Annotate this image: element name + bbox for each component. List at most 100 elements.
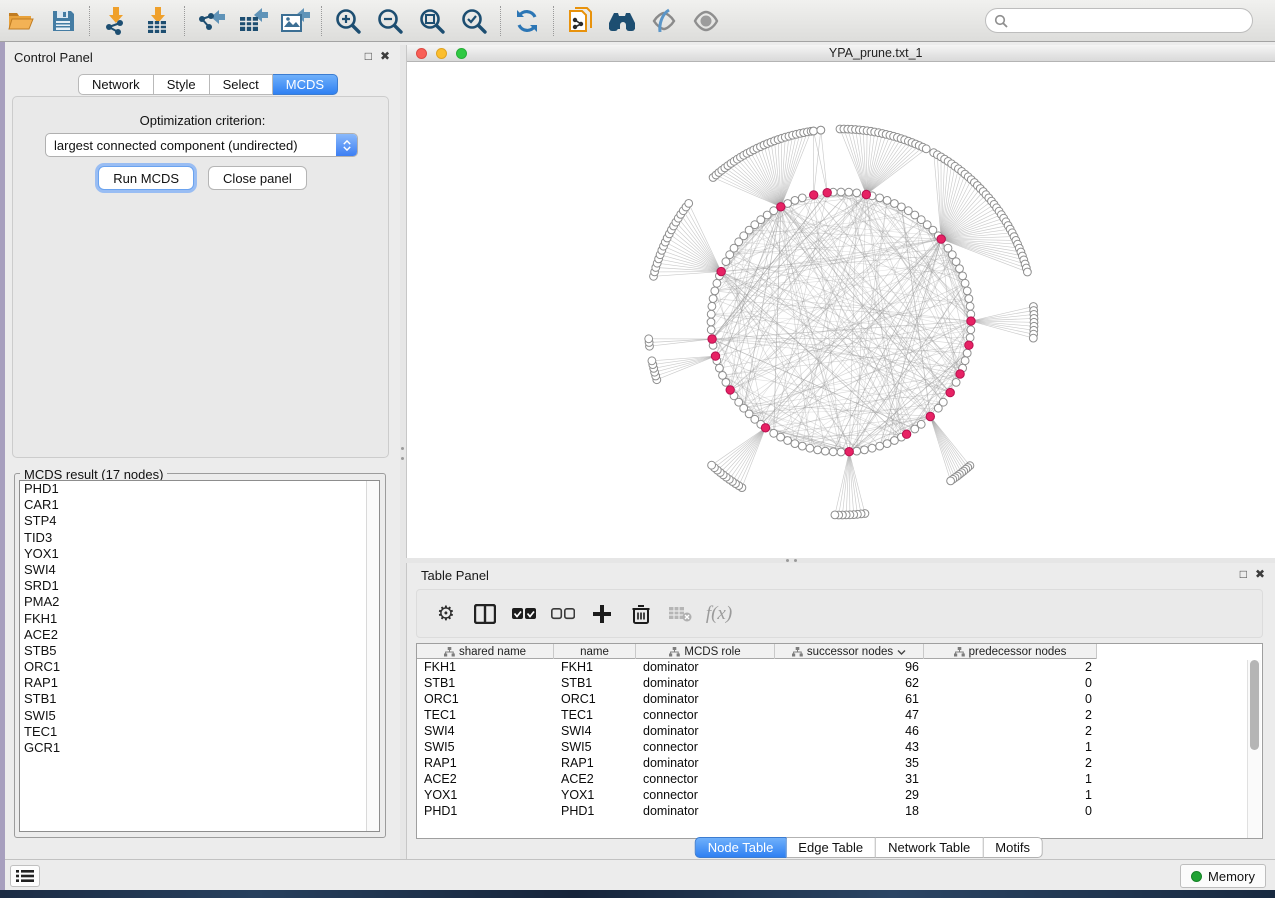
open-file-icon[interactable] — [6, 6, 36, 36]
search-input[interactable] — [1013, 13, 1252, 28]
result-item[interactable]: FKH1 — [20, 611, 379, 627]
result-item[interactable]: ACE2 — [20, 627, 379, 643]
table-row[interactable]: SWI4SWI4dominator462 — [417, 723, 1262, 739]
column-header-predecessor-nodes[interactable]: predecessor nodes — [924, 644, 1097, 659]
apply-layout-icon[interactable] — [512, 6, 542, 36]
result-item[interactable]: YOX1 — [20, 546, 379, 562]
tab-network-table[interactable]: Network Table — [876, 837, 983, 858]
clone-network-icon[interactable] — [565, 6, 595, 36]
add-column-icon[interactable] — [585, 598, 619, 630]
zoom-selected-icon[interactable] — [459, 6, 489, 36]
zoom-fit-icon[interactable] — [417, 6, 447, 36]
close-window-icon[interactable] — [416, 48, 427, 59]
export-network-icon[interactable] — [196, 6, 226, 36]
save-session-icon[interactable] — [48, 6, 78, 36]
result-item[interactable]: ORC1 — [20, 659, 379, 675]
node-table[interactable]: shared namenameMCDS rolesuccessor nodesp… — [416, 643, 1263, 839]
table-row[interactable]: RAP1RAP1dominator352 — [417, 755, 1262, 771]
show-graphics-details-icon[interactable] — [691, 6, 721, 36]
cell-name: SWI4 — [554, 724, 636, 738]
result-item[interactable]: TEC1 — [20, 724, 379, 740]
task-history-button[interactable] — [10, 865, 40, 887]
memory-button[interactable]: Memory — [1180, 864, 1266, 888]
tab-motifs[interactable]: Motifs — [983, 837, 1043, 858]
column-header-name[interactable]: name — [554, 644, 636, 659]
zoom-in-icon[interactable] — [333, 6, 363, 36]
tab-node-table[interactable]: Node Table — [695, 837, 787, 858]
result-item[interactable]: GCR1 — [20, 740, 379, 756]
tab-select[interactable]: Select — [210, 74, 273, 95]
close-panel-icon[interactable]: ✖ — [1255, 567, 1265, 581]
result-item[interactable]: RAP1 — [20, 675, 379, 691]
hide-graphics-details-icon[interactable] — [649, 6, 679, 36]
cell-name: PHD1 — [554, 804, 636, 818]
cell-MCDS-role: connector — [636, 772, 775, 786]
result-item[interactable]: PHD1 — [20, 481, 379, 497]
cell-MCDS-role: dominator — [636, 804, 775, 818]
table-row[interactable]: TEC1TEC1connector472 — [417, 707, 1262, 723]
float-panel-icon[interactable]: □ — [1240, 567, 1247, 581]
table-row[interactable]: FKH1FKH1dominator962 — [417, 659, 1262, 675]
result-item[interactable]: PMA2 — [20, 594, 379, 610]
criterion-dropdown[interactable]: largest connected component (undirected) — [45, 133, 358, 157]
delete-columns-icon[interactable] — [624, 598, 658, 630]
import-network-icon[interactable] — [101, 6, 131, 36]
close-panel-icon[interactable]: ✖ — [380, 49, 390, 63]
export-image-icon[interactable] — [280, 6, 310, 36]
tab-network[interactable]: Network — [78, 74, 154, 95]
select-all-columns-icon[interactable] — [507, 598, 541, 630]
cell-MCDS-role: dominator — [636, 676, 775, 690]
table-row[interactable]: ORC1ORC1dominator610 — [417, 691, 1262, 707]
column-header-successor-nodes[interactable]: successor nodes — [775, 644, 924, 659]
table-row[interactable]: ACE2ACE2connector311 — [417, 771, 1262, 787]
run-mcds-button[interactable]: Run MCDS — [98, 166, 194, 190]
import-table-icon[interactable] — [143, 6, 173, 36]
cell-MCDS-role: dominator — [636, 756, 775, 770]
cell-predecessor-nodes: 1 — [924, 772, 1097, 786]
network-view: YPA_prune.txt_1 — [406, 45, 1275, 558]
tab-edge-table[interactable]: Edge Table — [786, 837, 876, 858]
scrollbar-thumb[interactable] — [1250, 660, 1259, 750]
table-row[interactable]: SWI5SWI5connector431 — [417, 739, 1262, 755]
maximize-window-icon[interactable] — [456, 48, 467, 59]
cell-MCDS-role: dominator — [636, 692, 775, 706]
table-scrollbar[interactable] — [1247, 660, 1261, 839]
close-panel-button[interactable]: Close panel — [208, 166, 307, 190]
toolbar-separator — [500, 6, 501, 36]
network-view-titlebar[interactable]: YPA_prune.txt_1 — [407, 45, 1275, 62]
float-panel-icon[interactable]: □ — [365, 49, 372, 63]
control-panel-tabs: NetworkStyleSelectMCDS — [78, 74, 338, 95]
cell-successor-nodes: 61 — [775, 692, 924, 706]
result-item[interactable]: CAR1 — [20, 497, 379, 513]
table-options-gear-icon[interactable]: ⚙ — [429, 598, 463, 630]
result-item[interactable]: TID3 — [20, 530, 379, 546]
unselect-all-columns-icon[interactable] — [546, 598, 580, 630]
cell-name: ACE2 — [554, 772, 636, 786]
cell-successor-nodes: 35 — [775, 756, 924, 770]
network-graph[interactable] — [407, 62, 1275, 558]
cell-predecessor-nodes: 1 — [924, 740, 1097, 754]
export-table-icon[interactable] — [238, 6, 268, 36]
show-column-panel-icon[interactable] — [468, 598, 502, 630]
zoom-out-icon[interactable] — [375, 6, 405, 36]
result-item[interactable]: STB1 — [20, 691, 379, 707]
status-bar: Memory — [0, 859, 1275, 890]
tab-mcds[interactable]: MCDS — [273, 74, 338, 95]
search-network-icon[interactable] — [607, 6, 637, 36]
column-header-shared-name[interactable]: shared name — [417, 644, 554, 659]
cell-name: RAP1 — [554, 756, 636, 770]
result-item[interactable]: STB5 — [20, 643, 379, 659]
result-item[interactable]: SRD1 — [20, 578, 379, 594]
mcds-result-list[interactable]: PHD1CAR1STP4TID3YOX1SWI4SRD1PMA2FKH1ACE2… — [19, 480, 380, 832]
result-item[interactable]: STP4 — [20, 513, 379, 529]
result-list-scrollbar[interactable] — [366, 481, 379, 831]
tab-style[interactable]: Style — [154, 74, 210, 95]
result-item[interactable]: SWI5 — [20, 708, 379, 724]
search-field[interactable] — [985, 8, 1253, 33]
minimize-window-icon[interactable] — [436, 48, 447, 59]
table-row[interactable]: STB1STB1dominator620 — [417, 675, 1262, 691]
result-item[interactable]: SWI4 — [20, 562, 379, 578]
table-row[interactable]: PHD1PHD1dominator180 — [417, 803, 1262, 819]
column-header-MCDS-role[interactable]: MCDS role — [636, 644, 775, 659]
table-row[interactable]: YOX1YOX1connector291 — [417, 787, 1262, 803]
